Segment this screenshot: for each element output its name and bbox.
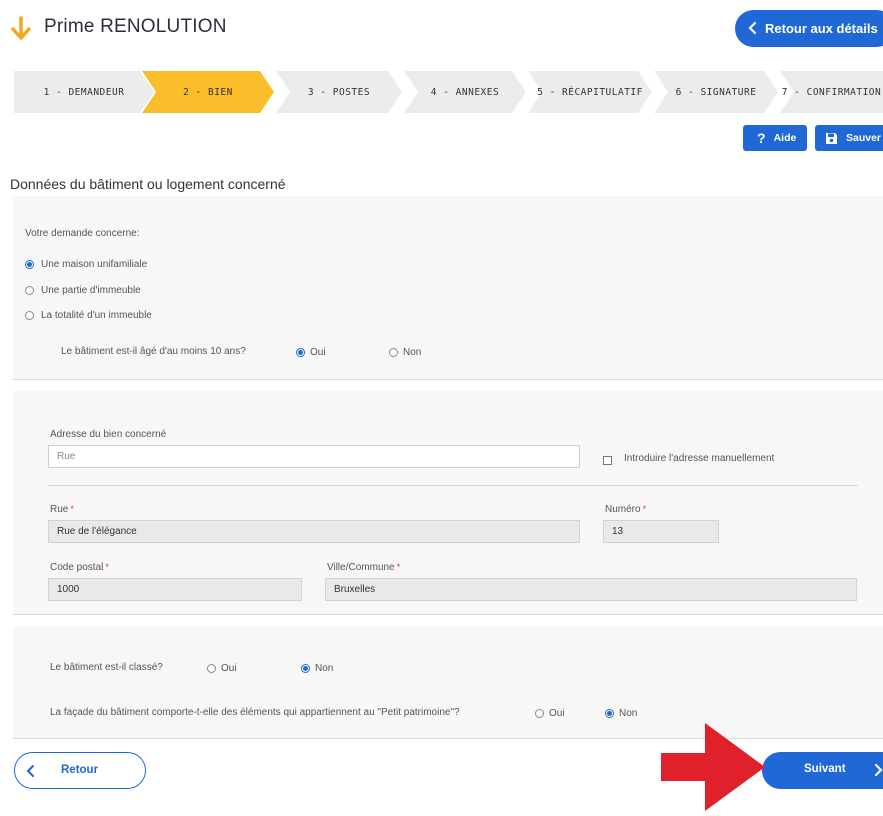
page-header: Prime RENOLUTION Retour aux détails [0, 0, 883, 60]
radio-label: Oui [549, 708, 565, 719]
step-recapitulatif[interactable]: 5 - RÉCAPITULATIF [528, 71, 652, 113]
divider [48, 485, 858, 486]
radio-heritage-non[interactable] [605, 709, 614, 718]
city-field[interactable]: Bruxelles [325, 578, 857, 601]
number-field[interactable]: 13 [603, 520, 719, 543]
radio-label: Oui [221, 663, 237, 674]
radio-label: Non [315, 663, 334, 674]
address-label: Adresse du bien concerné [50, 429, 167, 440]
classified-question-label: Le bâtiment est-il classé? [50, 662, 163, 673]
next-button[interactable]: Suivant [762, 752, 883, 789]
step-progress-bar: 1 - DEMANDEUR 2 - BIEN 3 - POSTES 4 - AN… [14, 71, 883, 113]
address-search-input[interactable]: Rue [48, 445, 580, 468]
step-label: 3 - POSTES [307, 86, 371, 98]
help-label: Aide [773, 132, 797, 144]
city-label: Ville/Commune * [327, 562, 401, 573]
radio-classified-oui[interactable] [207, 664, 216, 673]
section-title: Données du bâtiment ou logement concerné [10, 176, 286, 192]
step-demandeur[interactable]: 1 - DEMANDEUR [14, 71, 154, 113]
floppy-disk-icon [826, 132, 837, 144]
back-button[interactable]: Retour [14, 752, 146, 789]
manual-address-label: Introduire l'adresse manuellement [624, 453, 775, 464]
street-label: Rue * [50, 504, 74, 515]
step-annexes[interactable]: 4 - ANNEXES [404, 71, 526, 113]
save-label: Sauver [846, 132, 882, 144]
question-icon: ? [757, 130, 766, 146]
street-field[interactable]: Rue de l'élégance [48, 520, 580, 543]
step-label: 5 - RÉCAPITULATIF [537, 86, 643, 98]
heritage-question-label: La façade du bâtiment comporte-t-elle de… [50, 707, 460, 718]
building-type-panel: Votre demande concerne: Une maison unifa… [13, 196, 883, 380]
next-label: Suivant [804, 763, 846, 775]
postal-code-label: Code postal * [50, 562, 109, 573]
radio-label: Non [403, 347, 422, 358]
radio-age-non[interactable] [389, 348, 398, 357]
radio-age-oui[interactable] [296, 348, 305, 357]
radio-totalite-immeuble[interactable] [25, 311, 34, 320]
radio-label: Non [619, 708, 638, 719]
chevron-left-icon [26, 765, 34, 777]
back-to-details-label: Retour aux détails [765, 21, 878, 36]
step-label: 6 - SIGNATURE [675, 86, 757, 98]
radio-label: Une maison unifamiliale [41, 259, 148, 270]
step-label: 1 - DEMANDEUR [43, 86, 125, 98]
save-button[interactable]: Sauver [815, 125, 883, 151]
chevron-right-icon [874, 763, 883, 777]
radio-label: Oui [310, 347, 326, 358]
manual-address-checkbox[interactable] [603, 456, 612, 465]
arrow-down-icon [11, 16, 31, 40]
help-button[interactable]: ? Aide [743, 125, 807, 151]
chevron-left-icon [748, 21, 757, 35]
annotation-arrow-icon [661, 723, 765, 811]
radio-heritage-oui[interactable] [535, 709, 544, 718]
step-confirmation[interactable]: 7 - CONFIRMATION [780, 71, 883, 113]
radio-maison-unifamiliale[interactable] [25, 260, 34, 269]
back-label: Retour [61, 764, 99, 776]
radio-label: Une partie d'immeuble [41, 285, 141, 296]
address-panel: Adresse du bien concerné Rue Introduire … [13, 391, 883, 615]
step-signature[interactable]: 6 - SIGNATURE [654, 71, 778, 113]
step-label: 7 - CONFIRMATION [781, 86, 882, 98]
radio-classified-non[interactable] [301, 664, 310, 673]
postal-code-field[interactable]: 1000 [48, 578, 302, 601]
step-postes[interactable]: 3 - POSTES [276, 71, 402, 113]
back-to-details-button[interactable]: Retour aux détails [735, 10, 883, 47]
concern-label: Votre demande concerne: [25, 228, 140, 239]
step-label: 2 - BIEN [183, 86, 233, 98]
page-title: Prime RENOLUTION [44, 16, 227, 37]
number-label: Numéro * [605, 504, 647, 515]
step-bien[interactable]: 2 - BIEN [142, 71, 274, 113]
age-question-label: Le bâtiment est-il âgé d'au moins 10 ans… [61, 346, 246, 357]
radio-label: La totalité d'un immeuble [41, 310, 152, 321]
step-label: 4 - ANNEXES [430, 86, 500, 98]
radio-partie-immeuble[interactable] [25, 286, 34, 295]
